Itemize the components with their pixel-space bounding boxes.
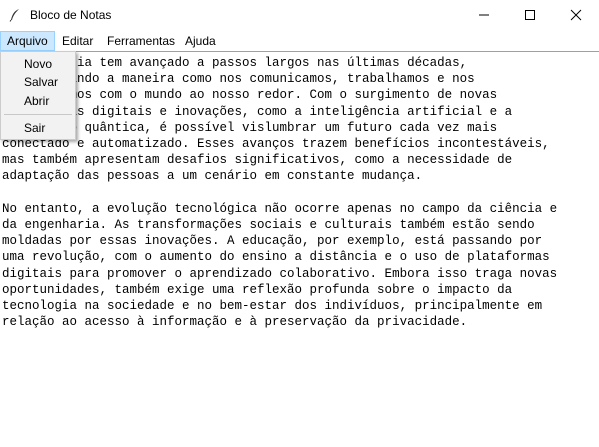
menu-item-abrir[interactable]: Abrir: [1, 92, 75, 110]
file-menu-dropdown: Novo Salvar Abrir Sair: [0, 51, 76, 140]
menu-separator: [4, 114, 72, 115]
editor-line: mas também apresentam desafios significa…: [2, 153, 513, 168]
menu-arquivo[interactable]: Arquivo: [0, 31, 55, 51]
minimize-icon: [479, 14, 489, 16]
feather-icon: [8, 8, 22, 22]
editor-paragraph: No entanto, a evolução tecnológica não o…: [2, 201, 557, 331]
editor-line: digitais para promover o aprendizado col…: [2, 266, 558, 281]
text-editor[interactable]: A tecnologia tem avançado a passos largo…: [0, 51, 599, 447]
editor-content[interactable]: A tecnologia tem avançado a passos largo…: [2, 55, 557, 330]
editor-line: oportunidades, também exige uma reflexão…: [2, 282, 513, 297]
editor-line: adaptação das pessoas a um cenário em co…: [2, 169, 423, 184]
menu-bar: Arquivo Editar Ferramentas Ajuda: [0, 31, 599, 51]
close-icon: [570, 9, 582, 21]
maximize-button[interactable]: [507, 0, 553, 30]
close-button[interactable]: [553, 0, 599, 30]
editor-line: uma revolução, com o aumento do ensino a…: [2, 250, 550, 265]
minimize-button[interactable]: [461, 0, 507, 30]
editor-line: transformando a maneira como nos comunic…: [2, 72, 475, 87]
title-bar[interactable]: Bloco de Notas: [0, 0, 599, 30]
menu-ajuda[interactable]: Ajuda: [179, 31, 222, 51]
menu-item-novo[interactable]: Novo: [1, 55, 75, 73]
editor-line: relacionamos com o mundo ao nosso redor.…: [2, 88, 498, 103]
editor-line: relação ao acesso à informação e à prese…: [2, 315, 468, 330]
menu-item-sair[interactable]: Sair: [1, 119, 75, 137]
editor-line: da engenharia. As transformações sociais…: [2, 218, 535, 233]
editor-line: conectado e automatizado. Esses avanços …: [2, 137, 550, 152]
menu-ferramentas[interactable]: Ferramentas: [101, 31, 181, 51]
window-title: Bloco de Notas: [30, 8, 112, 22]
editor-paragraph: A tecnologia tem avançado a passos largo…: [2, 55, 557, 185]
editor-line: A tecnologia tem avançado a passos largo…: [2, 56, 468, 70]
editor-line: tecnologia na sociedade e no bem-estar d…: [2, 299, 543, 314]
editor-line: computação quântica, é possível vislumbr…: [2, 120, 498, 135]
editor-line: ferramentas digitais e inovações, como a…: [2, 104, 513, 119]
editor-line: moldadas por essas inovações. A educação…: [2, 234, 543, 249]
menu-editar[interactable]: Editar: [56, 31, 99, 51]
editor-line: No entanto, a evolução tecnológica não o…: [2, 201, 558, 216]
menu-item-salvar[interactable]: Salvar: [1, 73, 75, 91]
maximize-icon: [525, 10, 535, 20]
